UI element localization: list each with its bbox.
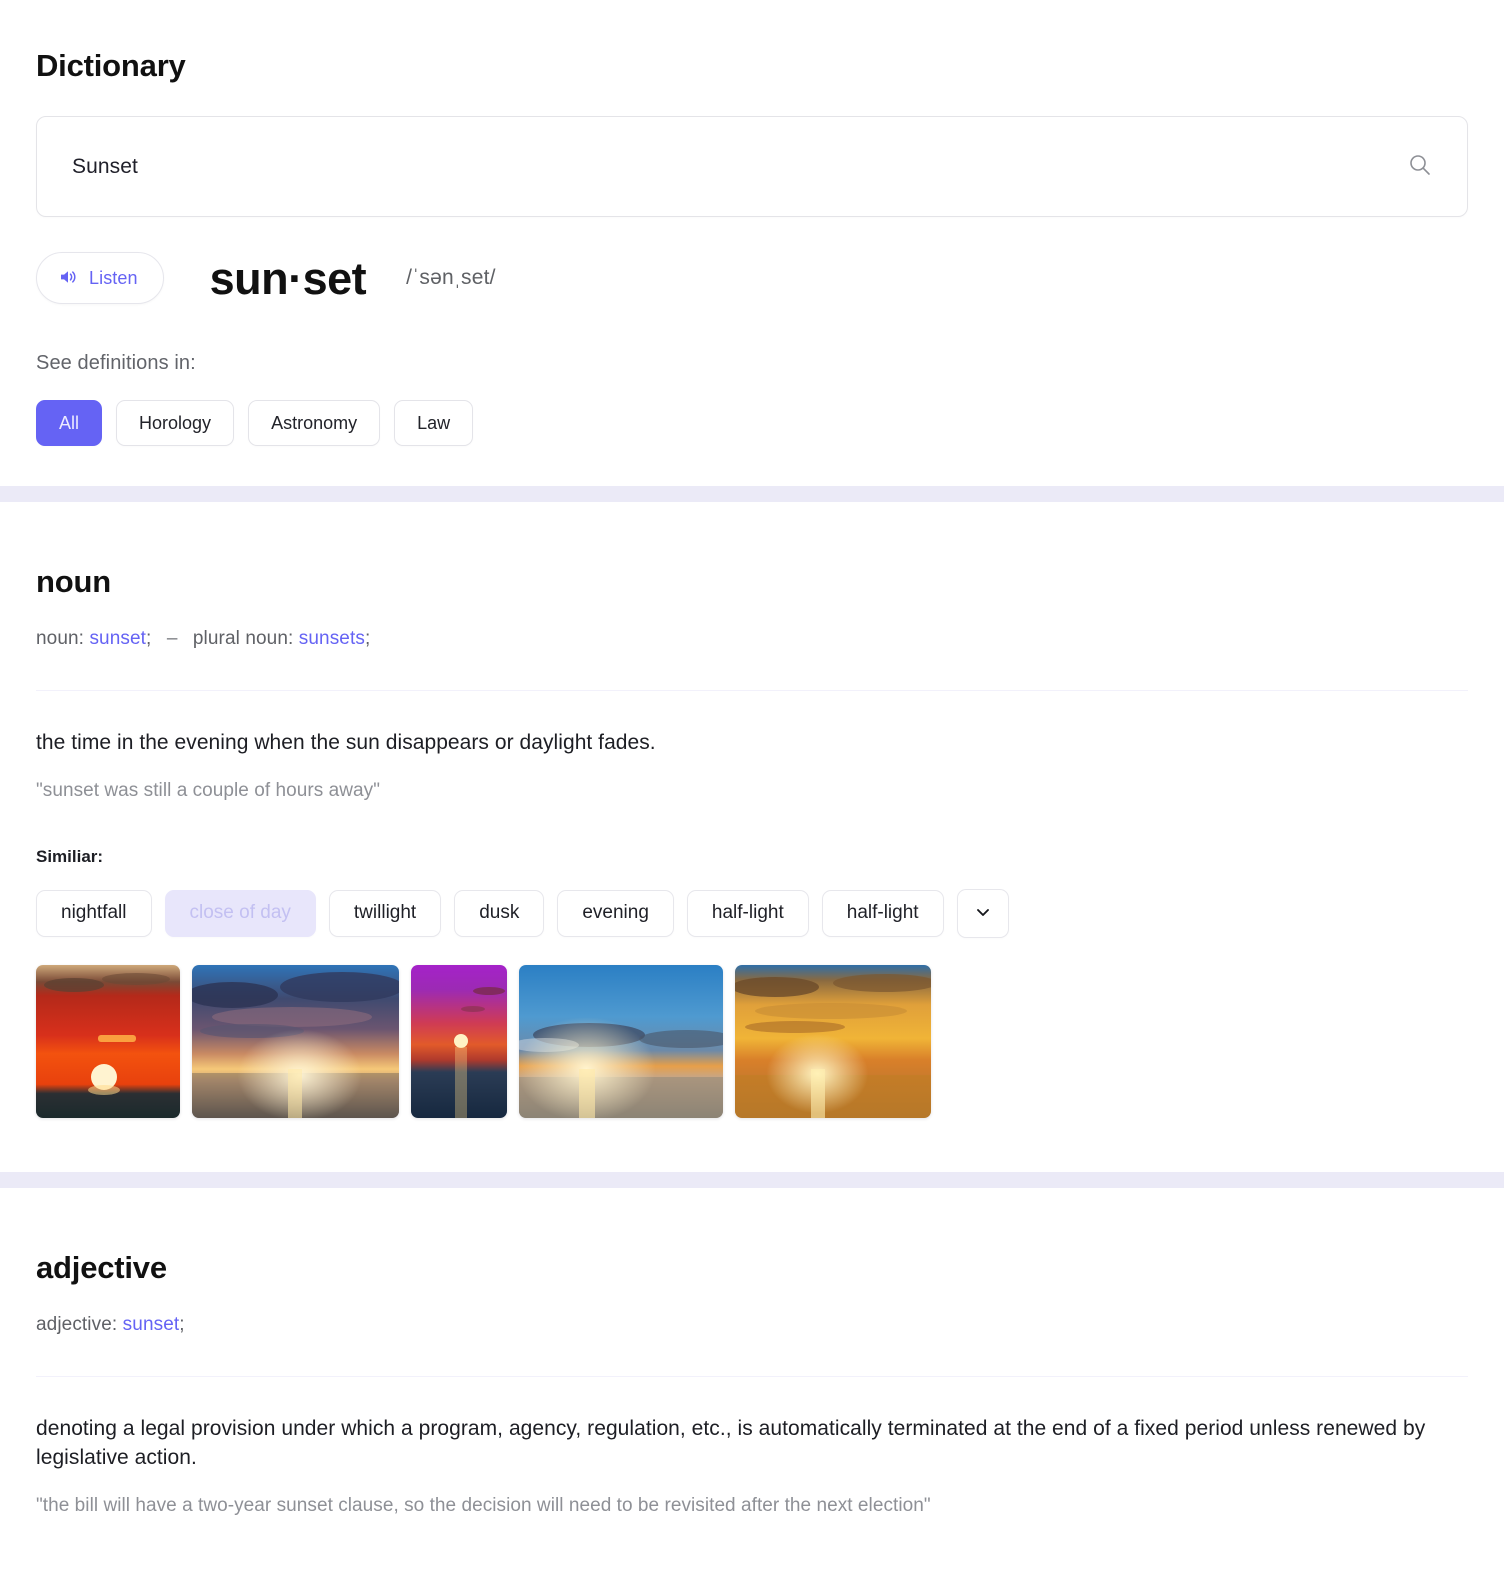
sunset-image-strip (36, 964, 1468, 1118)
definitions-filter: See definitions in: All Horology Astrono… (0, 352, 1504, 446)
adjective-definition: denoting a legal provision under which a… (36, 1416, 1426, 1469)
similar-label: Similiar: (36, 846, 104, 866)
plural-prefix: plural noun: (192, 628, 294, 649)
search-button[interactable] (1403, 150, 1437, 184)
filter-caption: See definitions in: (36, 352, 196, 374)
filter-chip-all[interactable]: All (36, 400, 103, 446)
adjective-divider-rule (36, 1375, 1468, 1377)
noun-inflection-dash: – (166, 628, 178, 649)
noun-semicolon: ; (146, 628, 152, 649)
filter-chip-law[interactable]: Law (394, 400, 474, 446)
search-input[interactable] (70, 153, 1403, 180)
synonym-chip-twillight[interactable]: twillight (328, 889, 442, 937)
noun-example: "sunset was still a couple of hours away… (36, 779, 380, 801)
sunset-thumb-blue-clouds[interactable] (192, 964, 399, 1118)
synonym-chip-evening[interactable]: evening (557, 889, 674, 937)
part-of-speech-adjective: adjective (36, 1249, 167, 1285)
search-icon (1407, 152, 1433, 181)
search-section (0, 116, 1504, 217)
adjective-section: adjective adjective: sunset; denoting a … (0, 1188, 1504, 1517)
synonym-chip-row: nightfall close of day twillight dusk ev… (36, 888, 1468, 938)
plural-semicolon: ; (364, 628, 371, 649)
sunset-thumb-sunrays-sea[interactable] (519, 964, 723, 1118)
noun-section: noun noun: sunset; – plural noun: sunset… (0, 502, 1504, 1172)
noun-definition: the time in the evening when the sun dis… (36, 731, 656, 754)
adjective-lemma-link[interactable]: sunset (123, 1314, 180, 1335)
listen-label: Listen (89, 267, 138, 288)
phonetic-transcription: /ˈsənˌset/ (406, 266, 496, 289)
filter-chip-row: All Horology Astronomy Law (36, 400, 1468, 446)
plural-lemma-link[interactable]: sunsets (299, 628, 365, 649)
adjective-inflection-line: adjective: sunset; (36, 1314, 1468, 1336)
filter-chip-horology[interactable]: Horology (116, 400, 235, 446)
noun-inflection-line: noun: sunset; – plural noun: sunsets; (36, 628, 1468, 650)
sunset-thumb-purple-horizon[interactable] (411, 964, 507, 1118)
page-title: Dictionary (36, 48, 186, 83)
synonym-chip-half-light-1[interactable]: half-light (686, 889, 809, 937)
speaker-icon (58, 267, 78, 290)
adjective-semicolon: ; (179, 1313, 185, 1335)
synonym-chip-nightfall[interactable]: nightfall (36, 889, 152, 937)
section-divider-band-1 (0, 486, 1504, 502)
header: Dictionary (0, 0, 1504, 84)
section-divider-band-2 (0, 1171, 1504, 1188)
synonym-chip-close-of-day[interactable]: close of day (164, 889, 316, 937)
adjective-inflection-prefix: adjective: (36, 1313, 118, 1335)
pronunciation-row: Listen sun·set /ˈsənˌset/ (0, 252, 1504, 304)
headword: sun·set (209, 252, 367, 304)
search-box[interactable] (36, 116, 1468, 217)
adjective-example: "the bill will have a two-year sunset cl… (36, 1494, 931, 1516)
part-of-speech-noun: noun (36, 564, 111, 599)
noun-inflection-prefix: noun: (36, 628, 85, 649)
sunset-thumb-golden-sky[interactable] (735, 964, 931, 1118)
sunset-thumb-red-ocean[interactable] (36, 964, 180, 1118)
synonym-chip-half-light-2[interactable]: half-light (821, 889, 944, 937)
show-more-synonyms-button[interactable] (956, 888, 1009, 938)
dictionary-page: Dictionary Sunset Listen sun·set /ˈsənˌs… (0, 0, 1504, 1517)
filter-chip-astronomy[interactable]: Astronomy (248, 400, 381, 446)
noun-lemma-link[interactable]: sunset (89, 628, 146, 649)
listen-button[interactable]: Listen (36, 252, 164, 304)
noun-divider-rule (36, 690, 1468, 691)
synonym-chip-dusk[interactable]: dusk (454, 889, 545, 937)
chevron-down-icon (974, 903, 992, 924)
